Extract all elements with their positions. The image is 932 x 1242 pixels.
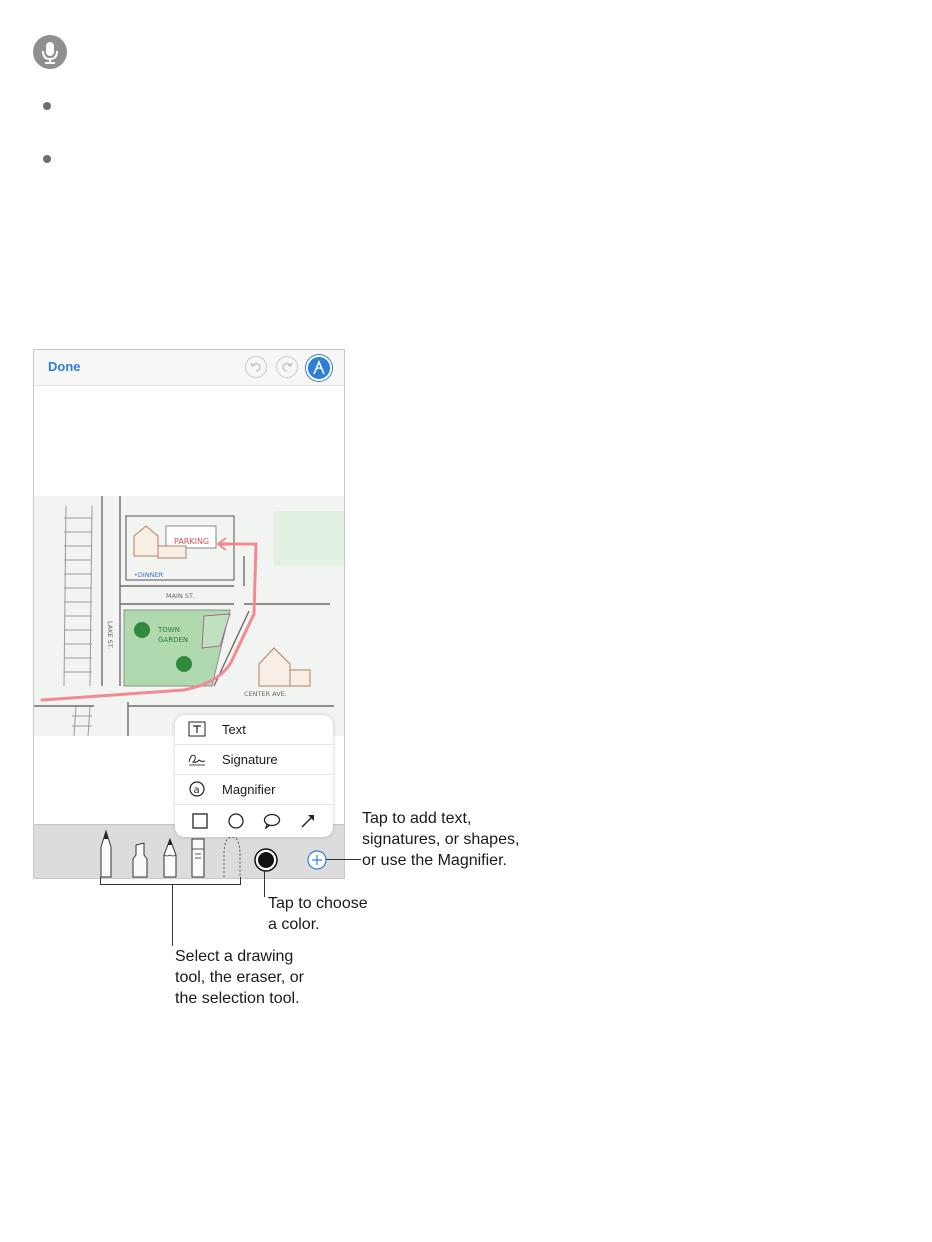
add-menu-popup: Text Signature a Magnifier [175,715,333,837]
map-label-dinner: •DINNER [134,571,164,579]
redo-button[interactable] [276,356,298,378]
add-icon[interactable] [307,850,327,870]
arrow-icon[interactable] [299,812,317,830]
nav-bar: Done [34,350,344,386]
microphone-icon [33,35,67,69]
callout-line-add [326,859,361,860]
undo-icon [250,362,261,372]
text-box-icon [188,721,206,737]
callout-drawing-tool: Select a drawing tool, the eraser, or th… [175,948,304,1007]
pencil-icon[interactable] [163,837,177,878]
signature-icon [188,754,206,766]
svg-text:a: a [194,785,200,796]
menu-item-label: Signature [222,752,278,767]
menu-item-text[interactable]: Text [175,715,333,745]
menu-item-label: Text [222,722,246,737]
map-label-center-ave: CENTER AVE. [244,690,287,698]
menu-item-label: Magnifier [222,782,276,797]
markup-toggle-button[interactable] [306,355,332,381]
magnifier-icon: a [189,781,205,797]
done-button[interactable]: Done [48,359,81,374]
square-icon[interactable] [191,812,209,830]
undo-button[interactable] [245,356,267,378]
highlighter-icon[interactable] [132,842,148,878]
shape-options [175,804,333,837]
menu-item-signature[interactable]: Signature [175,745,333,775]
eraser-icon[interactable] [191,838,205,878]
menu-item-magnifier[interactable]: a Magnifier [175,775,333,805]
callout-bracket-tools [100,877,241,885]
pen-icon[interactable] [100,829,112,878]
map-label-lake-st: LAKE ST. [106,621,114,649]
callout-line-tools [172,884,173,946]
callout-choose-color: Tap to choose a color. [268,895,368,933]
lasso-icon[interactable] [223,836,241,877]
markup-screen: Done PARKING •DINNER MAIN ST. LAKE ST. T… [33,349,345,879]
map-label-garden: GARDEN [158,636,188,644]
circle-icon[interactable] [227,812,245,830]
map-label-parking: PARKING [174,537,209,546]
markup-pen-icon [313,359,325,375]
bullet-point [43,102,51,110]
callout-add-text: Tap to add text, signatures, or shapes, … [362,810,520,869]
map-label-town: TOWN [157,626,180,634]
bullet-point [43,155,51,163]
callout-line-color [264,871,265,897]
color-well-icon[interactable] [254,848,278,872]
speech-bubble-icon[interactable] [263,812,281,830]
map-label-main-st: MAIN ST. [166,592,194,600]
redo-icon [282,362,293,372]
